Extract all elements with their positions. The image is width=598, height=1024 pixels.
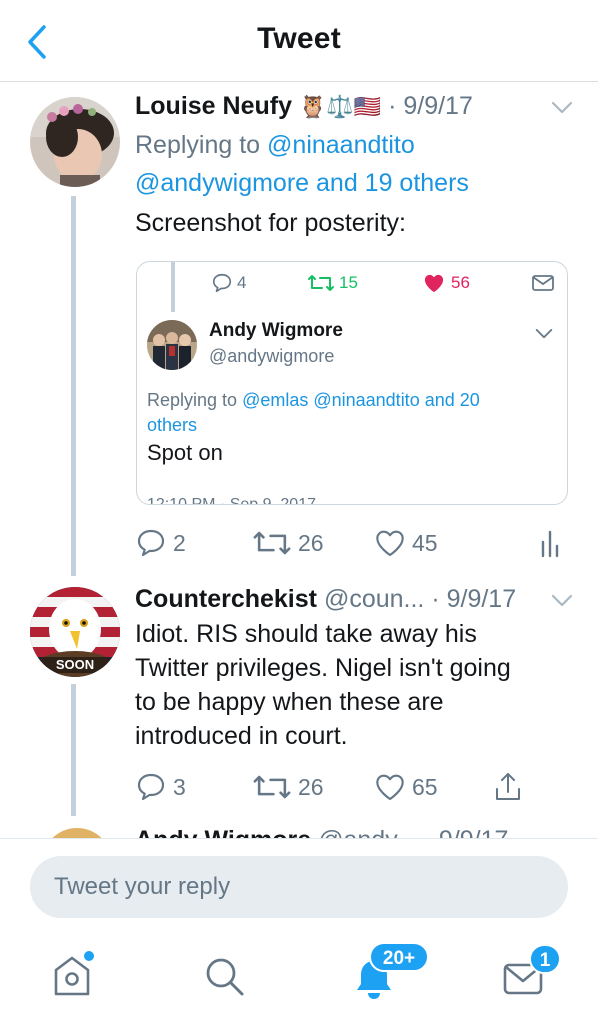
message-action (531, 271, 555, 295)
search-icon (206, 958, 244, 996)
reply-count: 2 (173, 529, 186, 556)
messages-badge: 1 (529, 944, 561, 974)
like-action: 56 (423, 271, 470, 295)
tweet-header: Andy Wigmore @andy... · 9/9/17 (135, 826, 508, 838)
analytics-button[interactable] (539, 525, 567, 561)
top-nav-bar: Tweet (0, 0, 598, 82)
reply-input[interactable]: Tweet your reply (30, 856, 568, 918)
retweet-icon (253, 531, 291, 555)
avatar (42, 828, 112, 838)
author-name: Andy Wigmore (209, 320, 343, 341)
heart-filled-icon (424, 274, 444, 293)
tab-home[interactable] (50, 948, 94, 998)
home-icon (54, 951, 94, 996)
reply-action: 4 (211, 271, 246, 295)
avatar[interactable] (30, 97, 120, 187)
attached-image[interactable]: 4 15 56 Andy Wigmore @andywigmore Replyi… (136, 261, 568, 505)
tweet-text: Idiot. RIS should take away his Twitter … (135, 620, 511, 750)
tweet-date[interactable]: · 9/9/17 (388, 92, 473, 120)
author-emoji: 🦉⚖️🇺🇸 (298, 94, 382, 119)
thread-connector (171, 262, 175, 312)
heart-icon (376, 530, 404, 557)
like-count: 65 (412, 773, 438, 800)
chevron-down-icon (535, 329, 553, 339)
avatar[interactable]: SOON (30, 587, 120, 677)
tweet-actions: 3 26 65 (135, 769, 575, 805)
author-handle: @andywigmore (209, 346, 335, 366)
thread-connector (71, 684, 76, 816)
mention-link[interactable]: @andywigmore and 19 others (135, 169, 469, 197)
like-button[interactable]: 45 (374, 525, 438, 561)
retweet-icon (253, 775, 291, 799)
reply-icon (137, 773, 165, 801)
share-icon (496, 773, 520, 800)
author-handle[interactable]: @coun... (324, 585, 424, 613)
bottom-bar: Tweet your reply 20+ 1 (0, 839, 598, 1024)
tweet-header: Louise Neufy 🦉⚖️🇺🇸 · 9/9/17 (135, 92, 473, 121)
share-button[interactable] (493, 769, 529, 805)
tweet-actions: 2 26 45 (135, 525, 575, 561)
like-button[interactable]: 65 (374, 769, 438, 805)
reply-icon (137, 529, 165, 557)
reply-button[interactable]: 2 (135, 525, 186, 561)
author-name[interactable]: Counterchekist (135, 585, 317, 613)
tweet-text: Spot on (147, 440, 223, 465)
avatar-image (30, 97, 120, 187)
tweet-date[interactable]: · 9/9/17 (431, 585, 516, 613)
replying-to: Replying to @emlas @ninaandtito and 20 o… (147, 390, 480, 435)
retweet-count: 26 (298, 529, 324, 556)
avatar-image (147, 320, 197, 370)
author-name[interactable]: Louise Neufy (135, 92, 292, 120)
reply-icon (212, 273, 232, 293)
envelope-icon (532, 275, 554, 291)
tab-search[interactable] (202, 954, 246, 998)
notifications-badge: 20+ (369, 942, 429, 972)
heart-icon (376, 774, 404, 801)
analytics-icon (541, 530, 559, 558)
like-count: 45 (412, 529, 438, 556)
retweet-count: 26 (298, 773, 324, 800)
avatar-caption: SOON (55, 657, 95, 672)
avatar (147, 320, 197, 370)
thread-connector (71, 196, 76, 576)
retweet-action: 15 (307, 271, 358, 295)
tweet-header: Counterchekist @coun... · 9/9/17 (135, 585, 516, 614)
retweet-button[interactable]: 26 (252, 525, 324, 561)
reply-button[interactable]: 3 (135, 769, 186, 805)
tweet-timestamp: 12:10 PM · Sep 9, 2017 (147, 496, 316, 505)
tweet-text: Screenshot for posterity: (135, 209, 406, 237)
next-tweet-peek[interactable]: Andy Wigmore @andy... · 9/9/17 (0, 818, 598, 838)
mention-link[interactable]: @ninaandtito (267, 131, 415, 159)
retweet-button[interactable]: 26 (252, 769, 324, 805)
page-title: Tweet (257, 22, 341, 55)
retweet-icon (308, 275, 334, 291)
chevron-down-icon[interactable] (551, 101, 573, 115)
chevron-down-icon[interactable] (551, 594, 573, 608)
reply-count: 3 (173, 773, 186, 800)
replying-to: Replying to @ninaandtito @andywigmore an… (135, 131, 469, 197)
